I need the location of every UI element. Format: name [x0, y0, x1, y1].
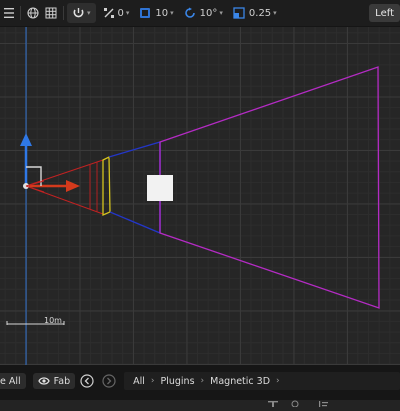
toolbar-divider: [20, 6, 21, 20]
camera-frustum: [25, 66, 380, 309]
rotation-snap-value: 10°: [199, 7, 218, 19]
chevron-down-icon: ▾: [87, 9, 91, 17]
breadcrumb-item[interactable]: Magnetic 3D: [207, 376, 273, 387]
sort-icon: [319, 401, 328, 407]
near-clip-plane: [102, 155, 111, 216]
fab-label: Fab: [53, 375, 71, 387]
viewport-options-button[interactable]: [0, 2, 17, 24]
toolbar-divider: [63, 6, 64, 20]
rotation-snap-icon: [184, 7, 195, 18]
scale-snap-icon: [233, 7, 245, 19]
breadcrumb-item[interactable]: All: [130, 376, 148, 387]
content-browser-toolbar-row2: [0, 392, 400, 408]
search-icon: [291, 400, 299, 408]
breadcrumb: All › Plugins › Magnetic 3D ›: [124, 372, 400, 390]
magnet-snap-icon: [73, 7, 84, 17]
chevron-right-icon: ›: [276, 376, 280, 386]
chevron-right-icon: ›: [200, 376, 205, 386]
fab-icon: [37, 377, 50, 385]
content-browser-toolbar: e All Fab All › Plugins › Magnetic 3D ›: [0, 370, 400, 392]
grid-snap-toggle[interactable]: 10 ▾: [136, 2, 176, 24]
history-forward-button[interactable]: [102, 374, 116, 388]
rotation-snap-toggle[interactable]: 10° ▾: [181, 2, 226, 24]
scale-bar-label: 10m: [44, 316, 62, 325]
history-back-button[interactable]: [80, 374, 94, 388]
translate-snap-toggle[interactable]: 0 ▾: [100, 2, 133, 24]
chevron-down-icon: ▾: [125, 9, 130, 17]
level-viewport[interactable]: 10m: [0, 27, 400, 365]
surface-snap-button[interactable]: ▾: [67, 3, 96, 23]
selected-actor[interactable]: [147, 175, 173, 201]
transform-mode-menu[interactable]: [42, 2, 60, 24]
scale-snap-value: 0.25: [248, 7, 272, 19]
far-clip-plane: [159, 66, 380, 309]
chevron-down-icon: ▾: [273, 9, 277, 17]
chevron-down-icon: ▾: [170, 9, 174, 17]
translate-snap-icon: [103, 8, 114, 18]
grid-icon: [45, 7, 57, 19]
world-local-toggle[interactable]: [24, 2, 42, 24]
grid-menu-icon: [4, 8, 14, 18]
forward-arrow-icon: [102, 374, 116, 388]
view-mode-button[interactable]: Left: [369, 4, 400, 22]
fab-button[interactable]: Fab: [32, 373, 76, 389]
grid-size-value: 10: [155, 7, 169, 19]
chevron-down-icon: ▾: [219, 9, 223, 17]
viewport-toolbar: ▾ 0 ▾ 10 ▾ 10° ▾ 0.25 ▾ Left: [0, 0, 400, 27]
scale-snap-toggle[interactable]: 0.25 ▾: [230, 2, 280, 24]
save-all-button[interactable]: e All: [0, 373, 26, 389]
chevron-right-icon: ›: [150, 376, 155, 386]
filter-icon: [268, 401, 278, 407]
translate-snap-value: 0: [117, 7, 124, 19]
breadcrumb-item[interactable]: Plugins: [158, 376, 198, 387]
globe-icon: [27, 7, 39, 19]
back-arrow-icon: [80, 374, 94, 388]
transform-gizmo[interactable]: [20, 133, 80, 193]
grid-snap-icon: [140, 8, 151, 18]
